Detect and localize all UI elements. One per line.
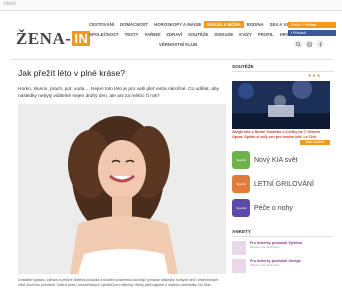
contest-slider-image[interactable] [232,81,330,129]
browser-url-label: blank [4,1,16,7]
promo-badge: Speciál [232,151,250,169]
poll-subtitle: Zjistěte více drobností [250,245,280,249]
nav-item-profil[interactable]: PROFIL [255,31,277,38]
poll-image [232,241,246,255]
site-logo[interactable]: ŽENA- IN [16,29,91,49]
nav-item-rodina[interactable]: RODINA [244,21,267,28]
page: ŽENA- IN CESTOVÁNÍ DOMÁCNOST HOROSKOPY A … [12,12,336,291]
article-hero-image [18,104,226,274]
nav-item-kvizy[interactable]: KVÍZY [236,31,255,38]
promo-label: LETNÍ GRILOVÁNÍ [254,180,314,188]
promo-badge: Speciál [232,175,250,193]
promo-badge: Speciál [232,199,250,217]
nav-item-spolecnost[interactable]: SPOLEČNOST [86,31,122,38]
nav-item-domacnost[interactable]: DOMÁCNOST [117,21,151,28]
sidebar: SOUTĚŽE ● ● ● Zažijte léto s Nivea! Sout… [232,60,334,273]
article-title: Jak přežít léto v plné kráse? [18,68,125,78]
nav-row-2: SPOLEČNOST TESTY VAŘENÍ ZDRAVÍ SOUTĚŽE D… [86,31,289,38]
article-lead: Horko, slunce, prach, pot, voda ... Neje… [18,87,219,99]
contest-section-title: SOUTĚŽE [232,60,334,72]
poll-item[interactable]: Pro testerky produktů Omega Zjistěte víc… [232,259,334,273]
nav-item-vareni[interactable]: VAŘENÍ [141,31,163,38]
promo-kia[interactable]: Speciál Nový KIA svět [232,151,334,169]
browser-strip: blank [0,0,342,11]
promo-grilovani[interactable]: Speciál LETNÍ GRILOVÁNÍ [232,175,334,193]
header-actions: Přidat / Přihlásit f Přihlásit [288,22,336,48]
search-icon[interactable] [294,40,302,48]
poll-image [232,259,246,273]
promo-label: Nový KIA svět [254,156,298,164]
nav-item-horoskopy[interactable]: HOROSKOPY A MAGIE [151,21,204,28]
login-button[interactable]: Přidat / Přihlásit [288,22,336,28]
contest-slider-caption[interactable]: Zažijte léto s Nivea! Soutěžte o 3 ležky… [232,130,330,139]
nav-row-1: CESTOVÁNÍ DOMÁCNOST HOROSKOPY A MAGIE KR… [86,21,300,28]
more-contests-button[interactable]: další soutěže [300,140,330,145]
logo-text: ŽENA- [16,29,72,48]
polls-section-title: ANKETY [232,225,334,237]
facebook-login-button[interactable]: f Přihlásit [288,30,336,36]
nav-item-zdravi[interactable]: ZDRAVÍ [163,31,185,38]
article-body: Dostatek spánku, zdravá a pečlivě čištěn… [18,278,219,287]
promo-pece-o-nohy[interactable]: Speciál Péče o nohy [232,199,334,217]
nav-item-diskuze[interactable]: DISKUZE [211,31,236,38]
promo-label: Péče o nohy [254,204,293,212]
slider-dots[interactable]: ● ● ● [232,73,334,79]
nav-item-souteze[interactable]: SOUTĚŽE [185,31,211,38]
nav-item-vernostni-klub[interactable]: VĚRNOSTNÍ KLUB [156,41,200,48]
nav-item-cestovani[interactable]: CESTOVÁNÍ [86,21,117,28]
facebook-icon[interactable] [316,40,324,48]
poll-item[interactable]: Pro testerky produktů Sjehliva Zjistěte … [232,241,334,255]
nav-item-krasa-a-moda[interactable]: KRÁSA A MÓDA [204,21,244,28]
poll-subtitle: Zjistěte více drobností [250,263,280,267]
instagram-icon[interactable] [305,40,313,48]
header-icons [288,40,336,48]
nav-item-testy[interactable]: TESTY [122,31,142,38]
main-nav: CESTOVÁNÍ DOMÁCNOST HOROSKOPY A MAGIE KR… [86,21,300,51]
nav-row-3: VĚRNOSTNÍ KLUB [86,41,286,48]
